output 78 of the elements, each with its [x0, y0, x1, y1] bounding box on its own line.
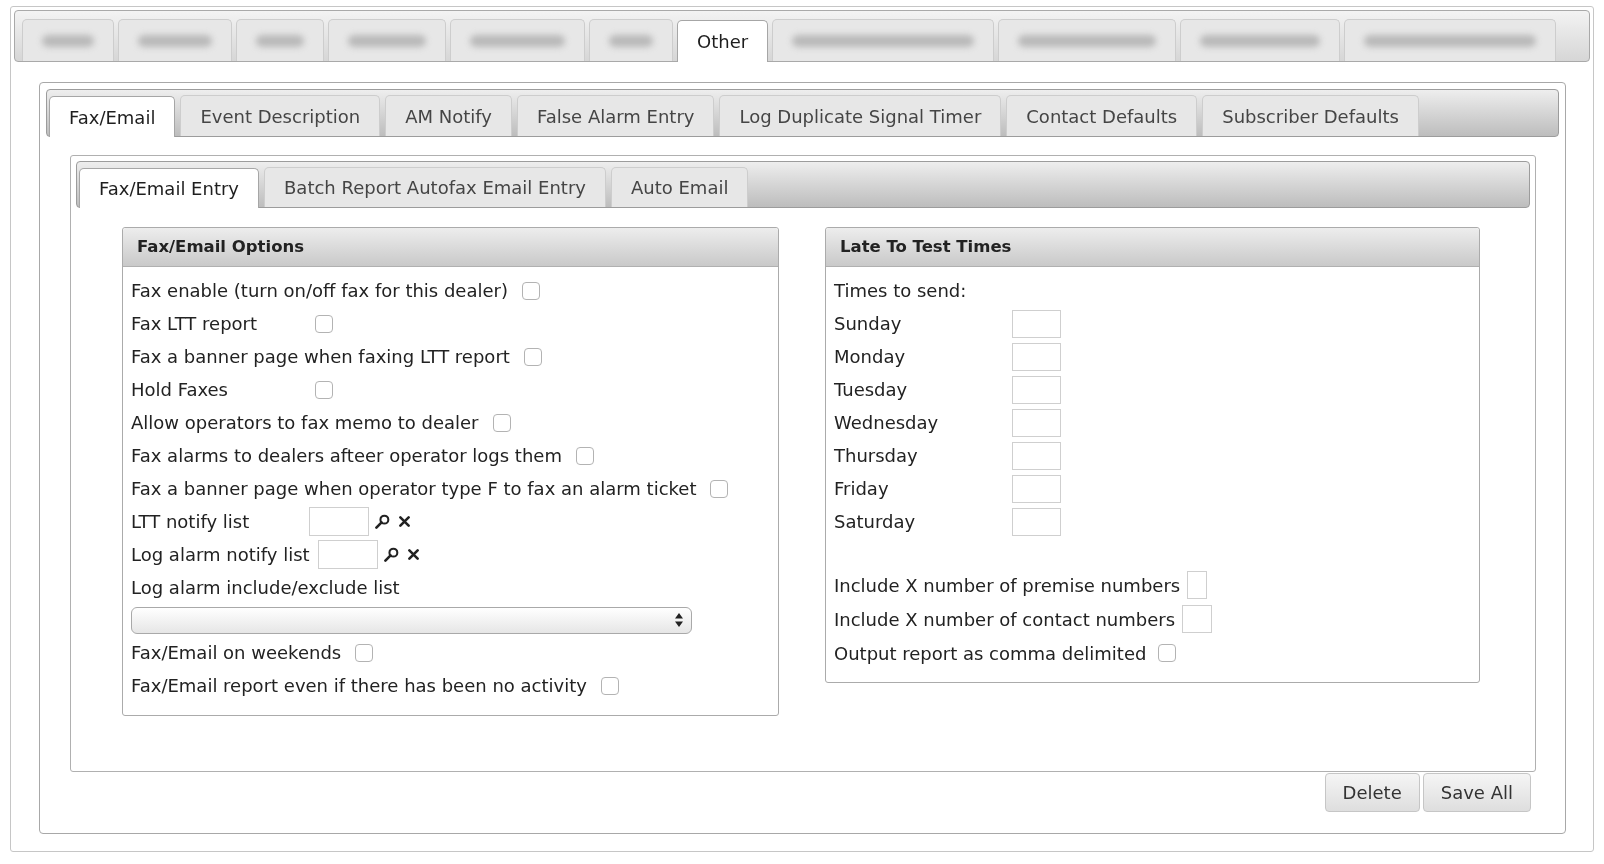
dropdown-select[interactable] — [131, 606, 692, 634]
field-label: Fax a banner page when operator type F to fax an alarm ticket — [131, 477, 697, 501]
field-label: Saturday — [834, 510, 917, 534]
tab[interactable]: Batch Report Autofax Email Entry — [264, 167, 606, 207]
panel-title: Fax/Email Options — [137, 235, 305, 258]
blurred-text — [256, 34, 304, 47]
tab[interactable]: AM Notify — [385, 95, 512, 136]
field-label: Include X number of contact numbers — [834, 607, 1176, 632]
tab[interactable] — [1180, 19, 1341, 61]
tab[interactable] — [22, 19, 114, 61]
field-label: Monday — [834, 345, 907, 369]
field-label: Fax enable (turn on/off fax for this dealer) — [131, 279, 508, 303]
tab[interactable]: Log Duplicate Signal Timer — [719, 95, 1002, 136]
tab[interactable]: Fax/Email Entry — [79, 168, 259, 208]
section-caption: Times to send: — [834, 279, 967, 303]
checkbox[interactable] — [600, 676, 619, 695]
field-label: Sunday — [834, 312, 903, 336]
field-label: Fax alarms to dealers afteer operator logs them — [131, 444, 562, 468]
checkbox[interactable] — [355, 643, 374, 662]
field-label: Friday — [834, 477, 890, 501]
input-field[interactable] — [309, 507, 369, 536]
time-input-field[interactable] — [1012, 342, 1061, 371]
time-input-field[interactable] — [1012, 375, 1061, 404]
close-icon[interactable] — [399, 516, 410, 527]
tab[interactable]: Contact Defaults — [1006, 95, 1198, 136]
close-icon[interactable] — [407, 549, 419, 560]
tab[interactable] — [589, 19, 673, 61]
tab[interactable] — [450, 19, 585, 61]
tab[interactable]: False Alarm Entry — [517, 95, 715, 136]
tab[interactable] — [1344, 19, 1557, 61]
search-icon[interactable] — [375, 514, 390, 529]
checkbox[interactable] — [710, 479, 729, 498]
time-input-field[interactable] — [1012, 441, 1061, 470]
time-input-field[interactable] — [1012, 507, 1061, 536]
up-down-arrows-icon — [675, 613, 683, 627]
time-input-field[interactable] — [1012, 408, 1061, 437]
checkbox[interactable] — [522, 281, 540, 300]
blurred-text — [609, 34, 653, 47]
action-button[interactable]: Save All — [1422, 773, 1531, 812]
time-input-field[interactable] — [1012, 474, 1061, 503]
tab[interactable]: Fax/Email — [49, 96, 176, 137]
field-label: Hold Faxes — [131, 378, 229, 402]
tab[interactable] — [772, 19, 995, 61]
checkbox[interactable] — [492, 413, 511, 432]
field-label: Include X number of premise numbers — [834, 573, 1181, 598]
field-label: Fax a banner page when faxing LTT report — [131, 345, 510, 369]
field-label: Log alarm notify list — [131, 543, 310, 567]
number-input-field[interactable] — [1187, 571, 1208, 599]
field-label: Allow operators to fax memo to dealer — [131, 411, 479, 435]
tab[interactable] — [328, 19, 446, 61]
field-label: Log alarm include/exclude list — [131, 576, 400, 600]
search-icon[interactable] — [383, 547, 399, 562]
field-label: LTT notify list — [131, 510, 251, 534]
field-label: Fax/Email report even if there has been no activity — [131, 674, 587, 698]
field-label: Thursday — [834, 444, 919, 468]
checkbox[interactable] — [575, 446, 594, 465]
panel-title: Late To Test Times — [840, 235, 1012, 258]
tab[interactable]: Other — [677, 20, 769, 62]
tab[interactable]: Subscriber Defaults — [1202, 95, 1419, 136]
tab[interactable] — [998, 19, 1177, 61]
number-input-field[interactable] — [1182, 605, 1213, 633]
tab[interactable]: Event Description — [180, 95, 381, 136]
field-label: Fax/Email on weekends — [131, 641, 342, 665]
checkbox[interactable] — [315, 380, 333, 399]
time-input-field[interactable] — [1012, 309, 1061, 338]
checkbox[interactable] — [523, 347, 542, 366]
field-label: Fax LTT report — [131, 312, 259, 336]
field-label: Tuesday — [834, 378, 909, 402]
tab[interactable] — [118, 19, 232, 61]
tab[interactable] — [236, 19, 324, 61]
action-button[interactable]: Delete — [1324, 773, 1420, 812]
field-label: Wednesday — [834, 411, 940, 435]
field-label: Output report as comma delimited — [834, 641, 1147, 666]
input-field[interactable] — [317, 540, 378, 569]
blurred-text — [42, 34, 94, 47]
tab[interactable]: Auto Email — [610, 167, 749, 207]
checkbox[interactable] — [315, 314, 333, 333]
checkbox[interactable] — [1158, 644, 1177, 662]
